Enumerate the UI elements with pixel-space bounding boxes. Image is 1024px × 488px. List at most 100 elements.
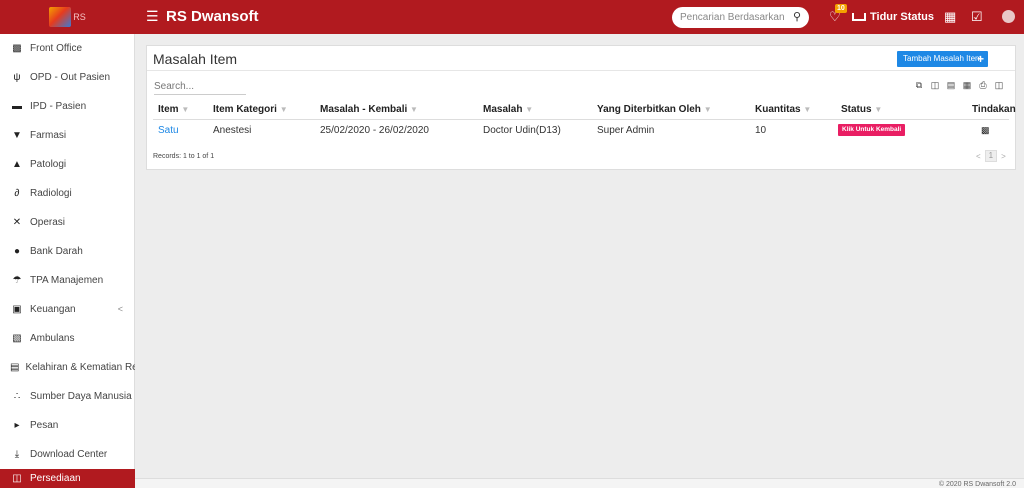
bed-status-button[interactable]: Tidur Status [852,11,934,23]
sidebar-item-download[interactable]: ⤓ Download Center [0,440,135,468]
chevron-left-icon: < [117,304,123,314]
column-header-item[interactable]: Item ▼ [158,104,189,115]
sidebar-item-keuangan[interactable]: ▣ Keuangan < [0,295,135,323]
sort-icon: ▼ [410,105,418,114]
column-header-label: Item [158,104,179,115]
column-header-label: Masalah [483,104,523,115]
table-search-placeholder: Search... [154,81,195,92]
sidebar-item-label: Patologi [30,158,67,170]
column-header-kategori[interactable]: Item Kategori ▼ [213,104,288,115]
notification-badge: 10 [835,4,847,13]
sidebar-item-label: Farmasi [30,129,67,141]
column-header-label: Status [841,104,872,115]
columns-icon[interactable]: ◫ [994,80,1004,91]
prev-page-icon[interactable]: < [976,152,981,161]
sidebar-item-label: OPD - Out Pasien [30,71,111,83]
column-header-label: Kuantitas [755,104,801,115]
sidebar-item-label: IPD - Pasien [30,100,87,112]
table-cell-item-link[interactable]: Satu [158,125,179,136]
return-status-button[interactable]: Klik Untuk Kembali [838,124,906,136]
sidebar-item-kelahiran[interactable]: ▤ Kelahiran & Kematian Reco [0,353,135,381]
copy-icon[interactable]: ⧉ [914,80,924,91]
checkbox-icon[interactable]: ☑ [971,9,983,25]
sidebar-item-ipd[interactable]: ▬ IPD - Pasien [0,92,135,120]
pdf-icon[interactable]: ▦ [962,80,972,91]
scissors-icon: ✕ [12,216,22,228]
xray-icon: ∂ [14,187,20,199]
sort-icon: ▼ [874,105,883,114]
sidebar-item-label: Radiologi [30,187,72,199]
copyright-text: © 2020 RS Dwansoft 2.0 [938,481,1016,488]
sidebar-item-label: Sumber Daya Manusia [30,390,132,402]
table-cell-kuantitas: 10 [755,125,767,136]
search-icon[interactable]: ⚲ [793,7,801,28]
sidebar-item-sdm[interactable]: ∴ Sumber Daya Manusia [0,382,135,410]
search-input[interactable]: Pencarian Berdasarkan ⚲ [672,7,809,28]
umbrella-icon: ☂ [12,274,22,286]
column-header-label: Masalah - Kembali [320,104,408,115]
sort-icon: ▼ [703,105,712,114]
print-icon[interactable]: ⎙ [978,80,988,91]
calendar-icon[interactable]: ▦ [944,9,956,25]
page-number[interactable]: 1 [984,150,998,162]
sidebar-item-ambulans[interactable]: ▧ Ambulans [0,324,135,352]
avatar[interactable] [1002,10,1015,23]
sidebar-item-label: Download Center [30,448,108,460]
sidebar-item-patologi[interactable]: ▲ Patologi [0,150,135,178]
sidebar-item-tpa[interactable]: ☂ TPA Manajemen [0,266,135,294]
column-header-kuantitas[interactable]: Kuantitas ▼ [755,104,811,115]
sidebar-item-opd[interactable]: ψ OPD - Out Pasien [0,63,135,91]
next-page-icon[interactable]: > [1001,152,1006,161]
sort-icon: ▼ [279,105,288,114]
pagination: < 1 > [976,150,1006,162]
csv-icon[interactable]: ▤ [946,80,956,91]
sidebar-item-persediaan[interactable]: ◫ Persediaan [0,469,135,488]
top-navbar: RS ☰ RS Dwansoft Pencarian Berdasarkan ⚲… [0,0,1024,34]
masalah-item-card: Masalah Item Tambah Masalah Item + Searc… [146,45,1016,170]
bed-status-label: Tidur Status [870,11,934,23]
sidebar-item-pesan[interactable]: ▸ Pesan [0,411,135,439]
delete-icon[interactable]: ▩ [981,125,990,136]
sidebar-item-radiologi[interactable]: ∂ Radiologi [0,179,135,207]
flask-icon: ▲ [12,158,22,170]
sidebar-item-bank-darah[interactable]: ● Bank Darah [0,237,135,265]
sidebar-item-label: Ambulans [30,332,75,344]
logo-text: RS [73,12,86,22]
add-button-label: Tambah Masalah Item [903,54,982,63]
sidebar-item-label: Kelahiran & Kematian Reco [25,361,135,373]
plus-icon: + [976,52,984,66]
column-header-diterbitkan[interactable]: Yang Diterbitkan Oleh ▼ [597,104,712,115]
column-header-label: Item Kategori [213,104,277,115]
column-header-label: Tindakan [972,104,1016,115]
mortar-icon: ▼ [12,129,22,141]
sidebar-item-operasi[interactable]: ✕ Operasi [0,208,135,236]
sort-icon: ▼ [803,105,812,114]
truck-loading-icon: ◫ [12,473,22,484]
table-cell-masalah-kembali: 25/02/2020 - 26/02/2020 [320,125,429,136]
divider [147,70,1015,71]
app-title: RS Dwansoft [166,8,259,25]
table-cell-diterbitkan: Super Admin [597,125,655,136]
building-icon: ▩ [12,42,22,54]
column-header-label: Yang Diterbitkan Oleh [597,104,701,115]
sidebar-item-label: Keuangan [30,303,76,315]
table-search-input[interactable]: Search... [154,81,246,95]
menu-toggle-icon[interactable]: ☰ [146,9,159,23]
download-icon: ⤓ [14,448,20,460]
ambulance-icon: ▧ [12,332,22,344]
logo[interactable]: RS [0,0,135,34]
sidebar-item-label: Bank Darah [30,245,83,257]
column-header-masalah[interactable]: Masalah ▼ [483,104,533,115]
column-header-status[interactable]: Status ▼ [841,104,882,115]
sidebar-item-front-office[interactable]: ▩ Front Office [0,34,135,62]
sidebar-item-farmasi[interactable]: ▼ Farmasi [0,121,135,149]
sidebar-item-label: TPA Manajemen [30,274,104,286]
column-header-masalah-kembali[interactable]: Masalah - Kembali ▼ [320,104,418,115]
bed-icon [852,13,866,21]
sidebar-item-label: Operasi [30,216,66,228]
add-masalah-item-button[interactable]: Tambah Masalah Item + [897,51,988,67]
excel-icon[interactable]: ◫ [930,80,940,91]
footer: © 2020 RS Dwansoft 2.0 [135,478,1024,488]
money-icon: ▣ [12,303,22,315]
search-placeholder: Pencarian Berdasarkan [680,12,785,23]
